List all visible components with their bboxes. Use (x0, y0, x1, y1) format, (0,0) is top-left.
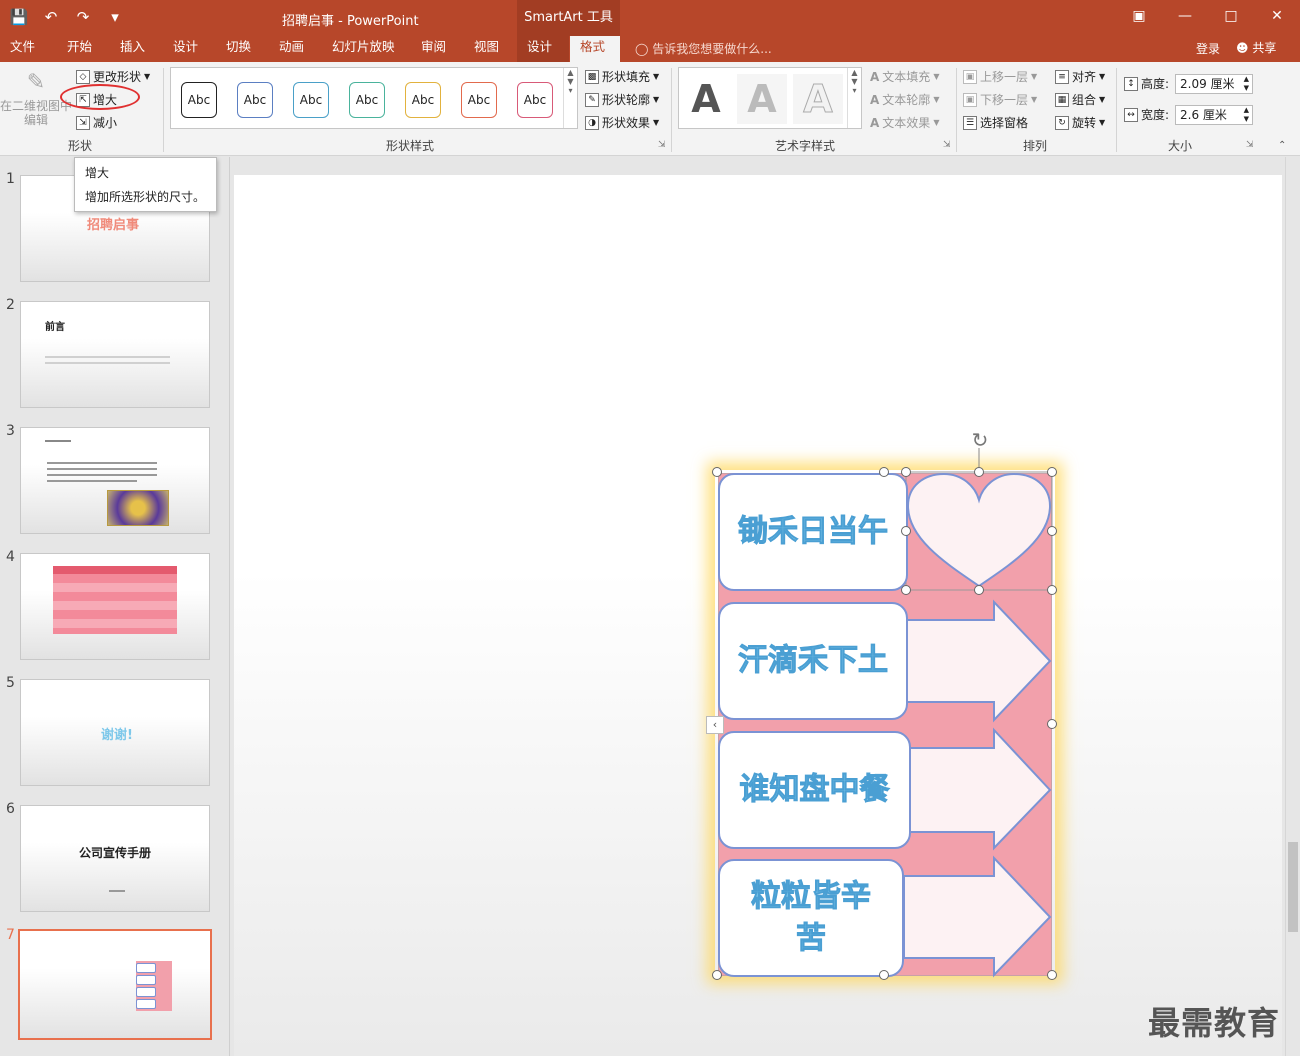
rotate-handle-icon[interactable]: ↻ (968, 428, 992, 452)
smartart-text: 汗滴禾下土 (738, 643, 889, 679)
resize-handle[interactable] (901, 585, 911, 595)
arrow-shape[interactable] (909, 727, 1052, 851)
text-pane-toggle-icon[interactable]: ‹ (706, 716, 724, 734)
resize-handle[interactable] (879, 970, 889, 980)
resize-handle[interactable] (1047, 585, 1057, 595)
smartart-text: 谁知盘中餐 (739, 772, 890, 808)
resize-handle[interactable] (1047, 467, 1057, 477)
resize-handle[interactable] (901, 467, 911, 477)
resize-handle[interactable] (901, 526, 911, 536)
smartart-shapes (903, 448, 1053, 978)
resize-handle[interactable] (974, 467, 984, 477)
smartart-text: 锄禾日当午 (738, 514, 889, 550)
smartart-text: 粒粒皆辛苦 (751, 879, 872, 957)
resize-handle[interactable] (879, 467, 889, 477)
smartart-text-box-1[interactable]: 锄禾日当午 (718, 473, 908, 591)
resize-handle[interactable] (1047, 719, 1057, 729)
smartart-text-box-4[interactable]: 粒粒皆辛苦 (718, 859, 904, 977)
resize-handle[interactable] (1047, 970, 1057, 980)
smartart-text-box-2[interactable]: 汗滴禾下土 (718, 602, 908, 720)
watermark: 最需教育 (1148, 1004, 1281, 1042)
resize-handle[interactable] (712, 970, 722, 980)
resize-handle[interactable] (974, 585, 984, 595)
heart-shape[interactable] (906, 472, 1052, 588)
resize-handle[interactable] (712, 467, 722, 477)
smartart-text-box-3[interactable]: 谁知盘中餐 (718, 731, 911, 849)
arrow-shape[interactable] (905, 599, 1052, 723)
resize-handle[interactable] (1047, 526, 1057, 536)
arrow-shape[interactable] (903, 855, 1052, 978)
